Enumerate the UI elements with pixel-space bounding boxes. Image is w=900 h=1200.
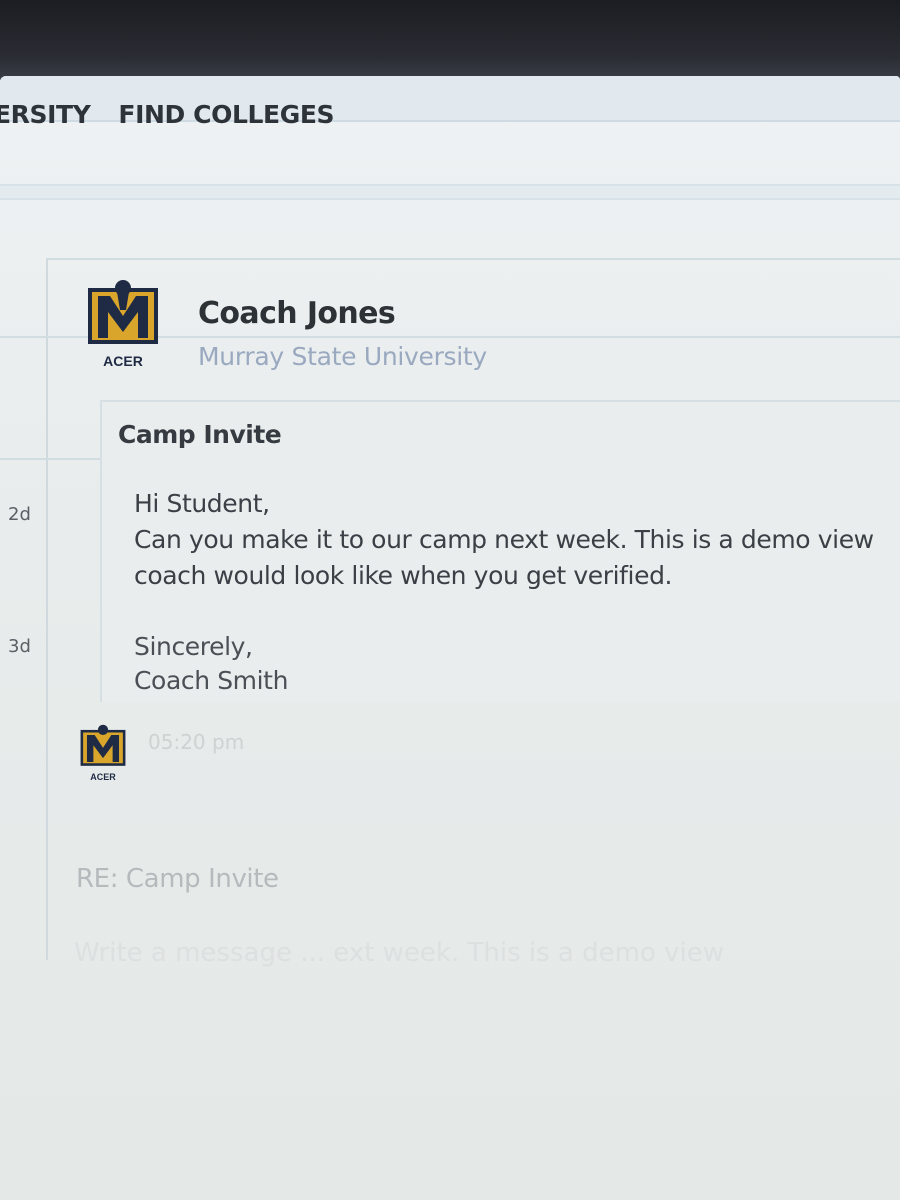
monitor-bezel	[0, 0, 900, 80]
message-line: coach would look like when you get verif…	[134, 561, 673, 590]
subheader-band	[0, 184, 900, 200]
timestamp-3d: 3d	[8, 636, 31, 657]
sender-school[interactable]: Murray State University	[198, 342, 487, 371]
message-line: Can you make it to our camp next week. T…	[134, 525, 874, 554]
reply-subject: RE: Camp Invite	[76, 864, 279, 894]
signature-name: Coach Smith	[134, 666, 289, 695]
message-text: Hi Student, Can you make it to our camp …	[134, 486, 874, 594]
top-nav: ERSITY FIND COLLEGES	[0, 100, 335, 140]
signoff: Sincerely,	[134, 632, 253, 661]
message-subject: Camp Invite	[118, 420, 282, 449]
message-line: Hi Student,	[134, 489, 270, 518]
reply-time: 05:20 pm	[148, 730, 245, 754]
timestamp-2d: 2d	[8, 504, 31, 525]
nav-item-find-colleges[interactable]: FIND COLLEGES	[118, 100, 334, 140]
signature-block: Sincerely, Coach Smith	[134, 630, 288, 698]
reply-body: Write a message ... ext week. This is a …	[74, 938, 724, 968]
reply-logo-icon: ACER	[80, 724, 126, 782]
logo-caption: ACER	[103, 353, 143, 369]
sender-name: Coach Jones	[198, 296, 396, 331]
school-logo-icon: ACER	[88, 280, 158, 369]
logo-caption: ACER	[90, 772, 116, 782]
nav-item-university[interactable]: ERSITY	[0, 100, 91, 140]
